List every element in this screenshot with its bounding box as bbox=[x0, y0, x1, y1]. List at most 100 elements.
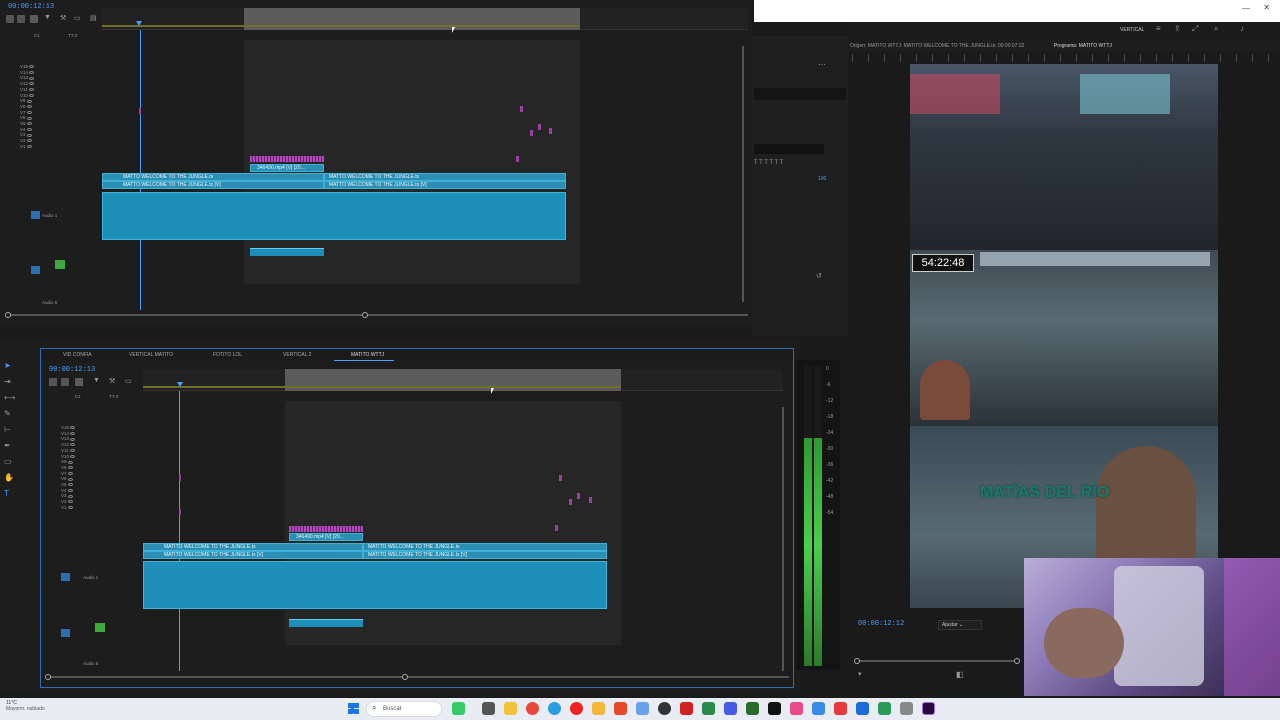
start-icon[interactable] bbox=[348, 703, 359, 714]
program-monitor-label[interactable]: Programa: MATITO WTTJ bbox=[1054, 43, 1112, 49]
app-icon[interactable] bbox=[856, 702, 869, 715]
eye-icon[interactable] bbox=[67, 483, 73, 487]
app-icon[interactable] bbox=[834, 702, 847, 715]
top-a1-target[interactable] bbox=[31, 211, 40, 219]
bottom-a4-target[interactable] bbox=[61, 629, 70, 637]
marker-add-icon[interactable]: ▾ bbox=[858, 670, 862, 678]
explorer-icon[interactable] bbox=[504, 702, 517, 715]
top-time-ruler[interactable] bbox=[102, 8, 748, 30]
eye-icon[interactable] bbox=[67, 506, 73, 510]
app-icon[interactable] bbox=[724, 702, 737, 715]
maximize-icon[interactable]: ⤢ bbox=[1192, 24, 1198, 34]
top-m-toggle[interactable] bbox=[55, 260, 65, 269]
eye-icon[interactable] bbox=[70, 432, 76, 436]
workspace-label[interactable]: VERTICAL bbox=[1120, 27, 1144, 33]
marker-icon[interactable]: ▼ bbox=[93, 377, 100, 384]
obs-icon[interactable] bbox=[658, 702, 671, 715]
bottom-playhead[interactable] bbox=[179, 391, 180, 671]
top-clip-left-v1[interactable]: MATTO WELCOME TO THE JUNGLE.ts [V] bbox=[102, 181, 324, 189]
app-icon[interactable] bbox=[790, 702, 803, 715]
top-playhead[interactable] bbox=[140, 30, 141, 310]
more-icon[interactable]: ⋯ bbox=[818, 60, 826, 69]
bottom-time-ruler[interactable] bbox=[143, 369, 783, 391]
source-monitor-label[interactable]: Origen: MATITO WTTJ: MATITO WELCOME TO T… bbox=[850, 43, 1024, 49]
program-video-frame[interactable]: 54:22:48 MATÍAS DEL RÍO bbox=[910, 64, 1218, 608]
eye-icon[interactable] bbox=[26, 116, 32, 120]
top-clip-right-v1[interactable]: MATTO WELCOME TO THE JUNGLE.ts [V] bbox=[324, 181, 566, 189]
eye-icon[interactable] bbox=[67, 494, 73, 498]
bottom-small-audio-clip[interactable] bbox=[289, 619, 363, 627]
eye-icon[interactable] bbox=[26, 99, 32, 103]
text-style-icons[interactable]: T T T T T T bbox=[754, 160, 783, 166]
tab-vid-confia[interactable]: VID CONFIA bbox=[63, 352, 92, 358]
folder-icon[interactable] bbox=[592, 702, 605, 715]
app-icon[interactable] bbox=[768, 702, 781, 715]
eye-icon[interactable] bbox=[26, 122, 32, 126]
bottom-clip-mid[interactable]: 346490.mp4 [V] [20... bbox=[289, 533, 363, 541]
bottom-m-toggle[interactable] bbox=[95, 623, 105, 632]
font-field[interactable] bbox=[754, 144, 824, 154]
program-scroll-handle-right[interactable] bbox=[1014, 658, 1020, 664]
top-purple-clip[interactable] bbox=[250, 156, 324, 162]
export-icon[interactable]: ⇪ bbox=[1174, 24, 1181, 33]
bottom-vertical-scrollbar[interactable] bbox=[782, 407, 784, 671]
bottom-purple-clip[interactable] bbox=[289, 526, 363, 532]
widgets-icon[interactable] bbox=[452, 702, 465, 715]
slip-icon[interactable]: ⊢ bbox=[4, 422, 20, 438]
eye-icon[interactable] bbox=[67, 460, 73, 464]
tab-vertical-2[interactable]: VERTICAL 2 bbox=[283, 352, 311, 358]
top-small-audio-clip[interactable] bbox=[250, 248, 324, 256]
top-clip-left-v2[interactable]: MATTO WELCOME TO THE JUNGLE.ts bbox=[102, 173, 324, 181]
top-a4-target[interactable] bbox=[31, 266, 40, 274]
hand-icon[interactable]: ✋ bbox=[4, 470, 20, 486]
app-icon[interactable] bbox=[680, 702, 693, 715]
eye-icon[interactable] bbox=[29, 76, 35, 80]
ripple-edit-icon[interactable]: ⟷ bbox=[4, 390, 20, 406]
bottom-a1-target[interactable] bbox=[61, 573, 70, 581]
eye-icon[interactable] bbox=[26, 145, 32, 149]
bottom-horizontal-scrollbar[interactable] bbox=[49, 676, 789, 678]
top-scroll-handle-right[interactable] bbox=[362, 312, 368, 318]
eye-icon[interactable] bbox=[28, 88, 34, 92]
program-timecode[interactable]: 00:00:12:12 bbox=[858, 620, 904, 628]
camera-icon[interactable]: ◧ bbox=[956, 670, 964, 679]
speaker-icon[interactable]: ♪ bbox=[1240, 24, 1244, 33]
task-view-icon[interactable] bbox=[482, 702, 495, 715]
top-track-area[interactable]: 346490.mp4 [V] [20... MATTO WELCOME TO T… bbox=[102, 30, 742, 310]
razor-icon[interactable]: ✎ bbox=[4, 406, 20, 422]
bottom-timecode[interactable]: 00:00:12:13 bbox=[49, 366, 95, 374]
rectangle-icon[interactable]: ▭ bbox=[4, 454, 20, 470]
bottom-clip-left-v2[interactable]: MATITO WELCOME TO THE JUNGLE.ts bbox=[143, 543, 363, 551]
eye-icon[interactable] bbox=[70, 437, 76, 441]
markers-icon[interactable] bbox=[30, 15, 38, 23]
search-icon[interactable]: ⌕ bbox=[1214, 24, 1218, 34]
eye-icon[interactable] bbox=[67, 471, 73, 475]
captions-icon[interactable]: ▭ bbox=[74, 14, 81, 22]
weather-widget[interactable]: 11°C Mayorm. nublado bbox=[6, 700, 45, 712]
bottom-clip-right-v2[interactable]: MATITO WELCOME TO THE JUNGLE.ts bbox=[363, 543, 607, 551]
eye-icon[interactable] bbox=[70, 443, 76, 447]
captions-icon[interactable]: ▭ bbox=[125, 377, 132, 385]
eye-icon[interactable] bbox=[26, 110, 32, 114]
marker-icon[interactable]: ▼ bbox=[44, 14, 51, 21]
chrome-icon[interactable] bbox=[526, 702, 539, 715]
eye-icon[interactable] bbox=[29, 65, 35, 69]
top-timecode[interactable]: 00:00:12:13 bbox=[8, 3, 54, 11]
taskbar-search[interactable]: ⌕ Buscar bbox=[366, 701, 442, 717]
opera-icon[interactable] bbox=[570, 702, 583, 715]
eye-icon[interactable] bbox=[69, 449, 75, 453]
bottom-scroll-handle-right[interactable] bbox=[402, 674, 408, 680]
eye-icon[interactable] bbox=[67, 477, 73, 481]
bottom-track-area[interactable]: 346490.mp4 [V] [20... MATITO WELCOME TO … bbox=[143, 391, 783, 671]
markers-icon[interactable] bbox=[75, 378, 83, 386]
app-icon[interactable] bbox=[900, 702, 913, 715]
workspace-menu-icon[interactable]: ≡ bbox=[1156, 24, 1161, 33]
eye-icon[interactable] bbox=[29, 93, 35, 97]
settings-icon[interactable]: ▤ bbox=[90, 14, 97, 22]
selection-tool-icon[interactable]: ➤ bbox=[4, 358, 20, 374]
bottom-clip-right-v1[interactable]: MATITO WELCOME TO THE JUNGLE.ts [V] bbox=[363, 551, 607, 559]
eye-icon[interactable] bbox=[29, 82, 35, 86]
bottom-clip-left-v1[interactable]: MATITO WELCOME TO THE JUNGLE.ts [V] bbox=[143, 551, 363, 559]
program-scrubber[interactable] bbox=[856, 660, 1018, 662]
wrench-icon[interactable]: ⚒ bbox=[109, 377, 115, 385]
